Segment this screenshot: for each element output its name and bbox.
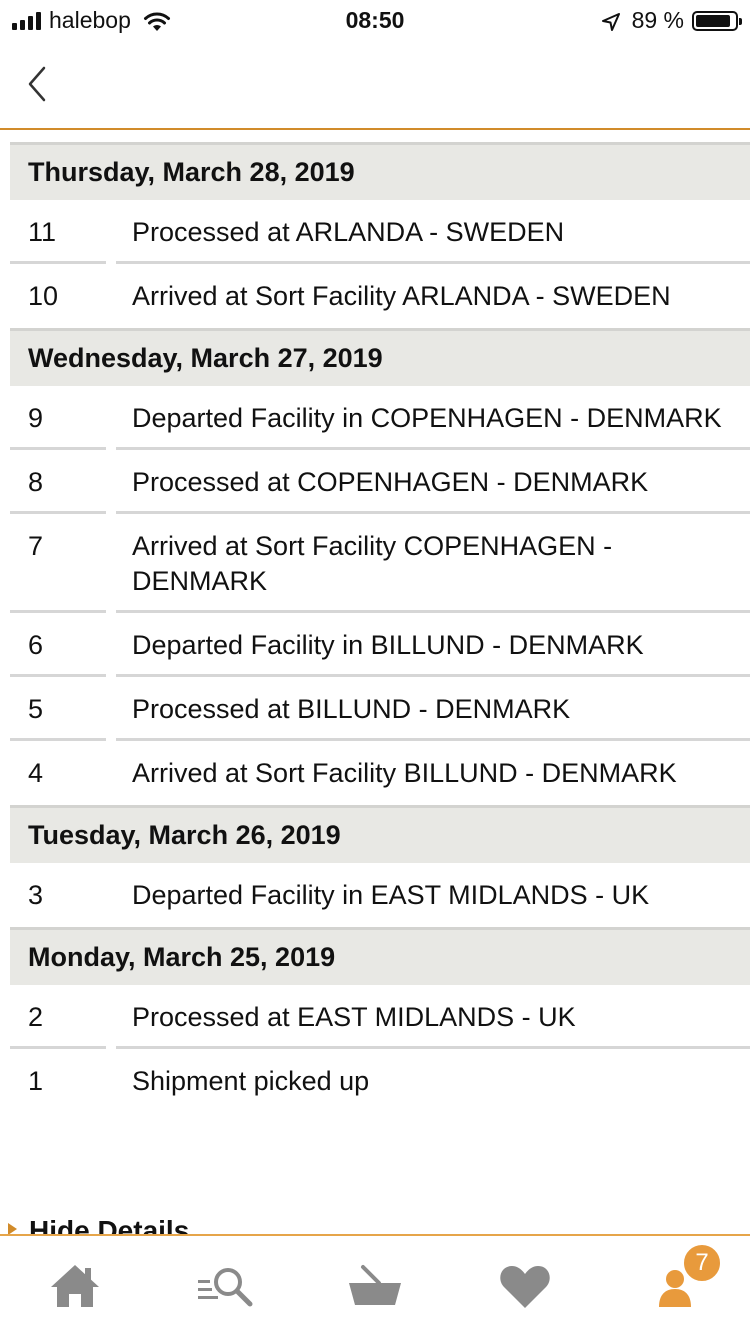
event-description: Departed Facility in EAST MIDLANDS - UK	[132, 880, 650, 910]
tracking-event: 5 Processed at BILLUND - DENMARK	[10, 677, 750, 741]
event-description: Processed at EAST MIDLANDS - UK	[132, 1002, 576, 1032]
notification-badge: 7	[682, 1243, 722, 1283]
day-header: Monday, March 25, 2019	[10, 927, 750, 985]
tab-favorites[interactable]	[450, 1236, 600, 1336]
event-number: 8	[28, 467, 44, 497]
back-button[interactable]	[22, 62, 62, 106]
tracking-event: 1 Shipment picked up	[10, 1049, 750, 1113]
event-number: 3	[28, 880, 44, 910]
tracking-event: 10 Arrived at Sort Facility ARLANDA - SW…	[10, 264, 750, 328]
search-list-icon	[198, 1268, 253, 1307]
home-icon	[51, 1265, 99, 1307]
battery-icon	[692, 10, 742, 31]
event-description: Arrived at Sort Facility ARLANDA - SWEDE…	[132, 281, 671, 311]
tracking-event: 8 Processed at COPENHAGEN - DENMARK	[10, 450, 750, 514]
day-date: Wednesday, March 27, 2019	[28, 343, 383, 373]
day-date: Monday, March 25, 2019	[28, 942, 336, 972]
day-header: Wednesday, March 27, 2019	[10, 328, 750, 386]
chevron-left-icon	[28, 66, 46, 102]
event-description: Departed Facility in COPENHAGEN - DENMAR…	[132, 403, 722, 433]
battery-fill	[696, 14, 730, 27]
status-right: 89 %	[601, 7, 742, 34]
battery-percent: 89 %	[631, 7, 684, 33]
event-description: Processed at ARLANDA - SWEDEN	[132, 217, 565, 247]
heart-icon	[500, 1266, 550, 1308]
tracking-event: 9 Departed Facility in COPENHAGEN - DENM…	[10, 386, 750, 450]
hide-details-label: Hide Details	[29, 1215, 190, 1236]
event-description: Processed at COPENHAGEN - DENMARK	[132, 467, 649, 497]
event-description: Arrived at Sort Facility BILLUND - DENMA…	[132, 758, 677, 788]
event-description: Shipment picked up	[132, 1066, 370, 1096]
event-number: 5	[28, 694, 44, 724]
tab-search[interactable]	[150, 1236, 300, 1336]
tab-basket[interactable]	[300, 1236, 450, 1336]
location-arrow-icon	[601, 12, 620, 31]
event-description: Arrived at Sort Facility COPENHAGEN - DE…	[132, 531, 613, 596]
tracking-event: 3 Departed Facility in EAST MIDLANDS - U…	[10, 863, 750, 927]
basket-icon	[349, 1265, 401, 1305]
day-header: Thursday, March 28, 2019	[10, 142, 750, 200]
tracking-event: 6 Departed Facility in BILLUND - DENMARK	[10, 613, 750, 677]
day-header: Tuesday, March 26, 2019	[10, 805, 750, 863]
day-date: Thursday, March 28, 2019	[28, 157, 355, 187]
event-number: 7	[28, 531, 44, 561]
event-number: 1	[28, 1066, 44, 1096]
tab-profile[interactable]: 7	[600, 1236, 750, 1336]
event-number: 10	[28, 281, 59, 311]
event-description: Departed Facility in BILLUND - DENMARK	[132, 630, 644, 660]
event-number: 2	[28, 1002, 44, 1032]
tracking-event: 2 Processed at EAST MIDLANDS - UK	[10, 985, 750, 1049]
event-number: 11	[28, 217, 57, 247]
tracking-event: 11 Processed at ARLANDA - SWEDEN	[10, 200, 750, 264]
tracking-event: 7 Arrived at Sort Facility COPENHAGEN - …	[10, 514, 750, 613]
tracking-history: Thursday, March 28, 2019 11 Processed at…	[10, 142, 750, 1113]
hide-details-toggle[interactable]: Hide Details	[8, 1212, 189, 1236]
tab-home[interactable]	[0, 1236, 150, 1336]
tab-bar: 7	[0, 1234, 750, 1336]
event-description: Processed at BILLUND - DENMARK	[132, 694, 571, 724]
status-bar: halebop 08:50 89 %	[0, 0, 750, 40]
day-date: Tuesday, March 26, 2019	[28, 820, 341, 850]
navigation-bar	[0, 40, 750, 130]
event-number: 9	[28, 403, 44, 433]
tracking-event: 4 Arrived at Sort Facility BILLUND - DEN…	[10, 741, 750, 805]
event-number: 4	[28, 758, 44, 788]
event-number: 6	[28, 630, 44, 660]
